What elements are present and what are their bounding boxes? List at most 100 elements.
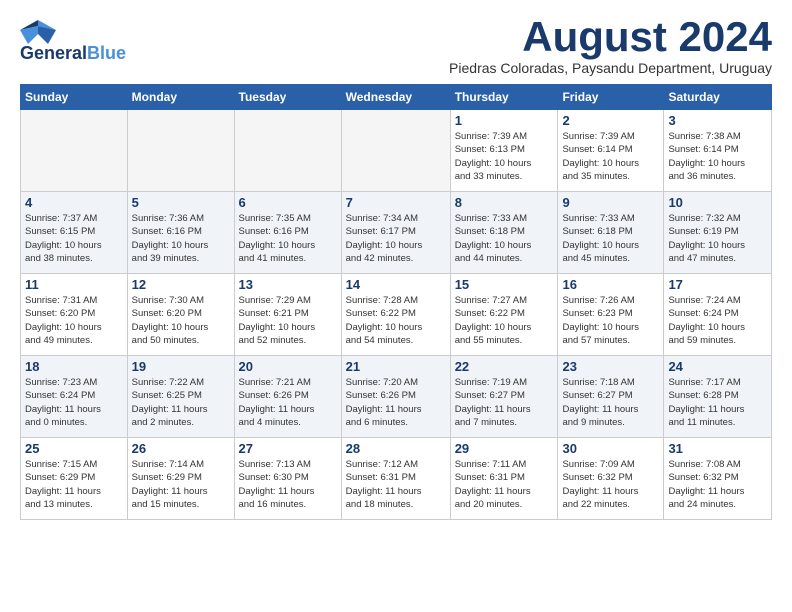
day-info: Sunrise: 7:34 AM Sunset: 6:17 PM Dayligh… [346,212,446,265]
day-info: Sunrise: 7:39 AM Sunset: 6:13 PM Dayligh… [455,130,554,183]
day-info: Sunrise: 7:19 AM Sunset: 6:27 PM Dayligh… [455,376,554,429]
calendar-body: 1 Sunrise: 7:39 AM Sunset: 6:13 PM Daylig… [21,110,772,520]
location-subtitle: Piedras Coloradas, Paysandu Department, … [449,60,772,76]
day-number: 8 [455,195,554,210]
day-number: 13 [239,277,337,292]
day-info: Sunrise: 7:18 AM Sunset: 6:27 PM Dayligh… [562,376,659,429]
day-number: 10 [668,195,767,210]
header: General Blue August 2024 Piedras Colorad… [20,16,772,76]
day-info: Sunrise: 7:14 AM Sunset: 6:29 PM Dayligh… [132,458,230,511]
page: General Blue August 2024 Piedras Colorad… [0,0,792,536]
calendar-cell: 18Sunrise: 7:23 AM Sunset: 6:24 PM Dayli… [21,356,128,438]
weekday-header-wednesday: Wednesday [341,85,450,110]
day-info: Sunrise: 7:32 AM Sunset: 6:19 PM Dayligh… [668,212,767,265]
day-number: 30 [562,441,659,456]
calendar-cell: 17 Sunrise: 7:24 AM Sunset: 6:24 PM Dayli… [664,274,772,356]
logo: General Blue [20,16,126,64]
day-info: Sunrise: 7:35 AM Sunset: 6:16 PM Dayligh… [239,212,337,265]
day-info: Sunrise: 7:08 AM Sunset: 6:32 PM Dayligh… [668,458,767,511]
calendar-cell: 2Sunrise: 7:39 AM Sunset: 6:14 PM Daylig… [558,110,664,192]
day-info: Sunrise: 7:15 AM Sunset: 6:29 PM Dayligh… [25,458,123,511]
calendar-cell: 9 Sunrise: 7:33 AM Sunset: 6:18 PM Daylig… [558,192,664,274]
calendar-table: SundayMondayTuesdayWednesdayThursdayFrid… [20,84,772,520]
logo-general: General [20,44,87,64]
weekday-header-sunday: Sunday [21,85,128,110]
calendar-cell: 30 Sunrise: 7:09 AM Sunset: 6:32 PM Dayli… [558,438,664,520]
day-number: 17 [668,277,767,292]
day-info: Sunrise: 7:27 AM Sunset: 6:22 PM Dayligh… [455,294,554,347]
day-number: 16 [562,277,659,292]
day-number: 29 [455,441,554,456]
day-number: 9 [562,195,659,210]
calendar-cell: 4Sunrise: 7:37 AM Sunset: 6:15 PM Daylig… [21,192,128,274]
month-title: August 2024 [449,16,772,58]
calendar-cell: 19 Sunrise: 7:22 AM Sunset: 6:25 PM Dayli… [127,356,234,438]
day-number: 25 [25,441,123,456]
calendar-cell: 6 Sunrise: 7:35 AM Sunset: 6:16 PM Daylig… [234,192,341,274]
day-info: Sunrise: 7:33 AM Sunset: 6:18 PM Dayligh… [562,212,659,265]
day-number: 12 [132,277,230,292]
day-number: 20 [239,359,337,374]
calendar-cell: 12 Sunrise: 7:30 AM Sunset: 6:20 PM Dayli… [127,274,234,356]
day-number: 7 [346,195,446,210]
day-info: Sunrise: 7:22 AM Sunset: 6:25 PM Dayligh… [132,376,230,429]
day-number: 11 [25,277,123,292]
calendar-cell: 21Sunrise: 7:20 AM Sunset: 6:26 PM Dayli… [341,356,450,438]
calendar-cell: 24 Sunrise: 7:17 AM Sunset: 6:28 PM Dayli… [664,356,772,438]
day-info: Sunrise: 7:26 AM Sunset: 6:23 PM Dayligh… [562,294,659,347]
calendar-cell: 3Sunrise: 7:38 AM Sunset: 6:14 PM Daylig… [664,110,772,192]
calendar-cell: 22Sunrise: 7:19 AM Sunset: 6:27 PM Dayli… [450,356,558,438]
calendar-cell: 27 Sunrise: 7:13 AM Sunset: 6:30 PM Dayli… [234,438,341,520]
day-info: Sunrise: 7:17 AM Sunset: 6:28 PM Dayligh… [668,376,767,429]
day-number: 15 [455,277,554,292]
day-info: Sunrise: 7:28 AM Sunset: 6:22 PM Dayligh… [346,294,446,347]
day-info: Sunrise: 7:31 AM Sunset: 6:20 PM Dayligh… [25,294,123,347]
day-number: 31 [668,441,767,456]
day-number: 4 [25,195,123,210]
calendar-cell: 31 Sunrise: 7:08 AM Sunset: 6:32 PM Dayli… [664,438,772,520]
day-info: Sunrise: 7:24 AM Sunset: 6:24 PM Dayligh… [668,294,767,347]
calendar-header-row: SundayMondayTuesdayWednesdayThursdayFrid… [21,85,772,110]
day-number: 27 [239,441,337,456]
calendar-cell: 10 Sunrise: 7:32 AM Sunset: 6:19 PM Dayli… [664,192,772,274]
calendar-week-3: 11 Sunrise: 7:31 AM Sunset: 6:20 PM Dayli… [21,274,772,356]
day-info: Sunrise: 7:21 AM Sunset: 6:26 PM Dayligh… [239,376,337,429]
day-number: 14 [346,277,446,292]
day-number: 1 [455,113,554,128]
calendar-cell: 16 Sunrise: 7:26 AM Sunset: 6:23 PM Dayli… [558,274,664,356]
day-info: Sunrise: 7:30 AM Sunset: 6:20 PM Dayligh… [132,294,230,347]
day-number: 26 [132,441,230,456]
calendar-cell: 13 Sunrise: 7:29 AM Sunset: 6:21 PM Dayli… [234,274,341,356]
day-number: 2 [562,113,659,128]
calendar-cell: 20 Sunrise: 7:21 AM Sunset: 6:26 PM Dayli… [234,356,341,438]
day-number: 6 [239,195,337,210]
day-info: Sunrise: 7:29 AM Sunset: 6:21 PM Dayligh… [239,294,337,347]
calendar-cell [21,110,128,192]
day-info: Sunrise: 7:11 AM Sunset: 6:31 PM Dayligh… [455,458,554,511]
day-info: Sunrise: 7:13 AM Sunset: 6:30 PM Dayligh… [239,458,337,511]
calendar-cell: 5 Sunrise: 7:36 AM Sunset: 6:16 PM Daylig… [127,192,234,274]
calendar-cell: 25 Sunrise: 7:15 AM Sunset: 6:29 PM Dayli… [21,438,128,520]
calendar-cell: 23 Sunrise: 7:18 AM Sunset: 6:27 PM Dayli… [558,356,664,438]
day-number: 5 [132,195,230,210]
day-info: Sunrise: 7:09 AM Sunset: 6:32 PM Dayligh… [562,458,659,511]
calendar-cell [341,110,450,192]
calendar-week-5: 25 Sunrise: 7:15 AM Sunset: 6:29 PM Dayli… [21,438,772,520]
weekday-header-friday: Friday [558,85,664,110]
day-number: 19 [132,359,230,374]
day-number: 23 [562,359,659,374]
day-number: 28 [346,441,446,456]
day-number: 24 [668,359,767,374]
calendar-week-1: 1 Sunrise: 7:39 AM Sunset: 6:13 PM Daylig… [21,110,772,192]
weekday-header-tuesday: Tuesday [234,85,341,110]
day-info: Sunrise: 7:38 AM Sunset: 6:14 PM Dayligh… [668,130,767,183]
day-info: Sunrise: 7:36 AM Sunset: 6:16 PM Dayligh… [132,212,230,265]
weekday-header-thursday: Thursday [450,85,558,110]
calendar-week-4: 18Sunrise: 7:23 AM Sunset: 6:24 PM Dayli… [21,356,772,438]
calendar-cell: 11 Sunrise: 7:31 AM Sunset: 6:20 PM Dayli… [21,274,128,356]
day-info: Sunrise: 7:12 AM Sunset: 6:31 PM Dayligh… [346,458,446,511]
weekday-header-monday: Monday [127,85,234,110]
weekday-header-saturday: Saturday [664,85,772,110]
calendar-cell: 14 Sunrise: 7:28 AM Sunset: 6:22 PM Dayli… [341,274,450,356]
day-number: 18 [25,359,123,374]
